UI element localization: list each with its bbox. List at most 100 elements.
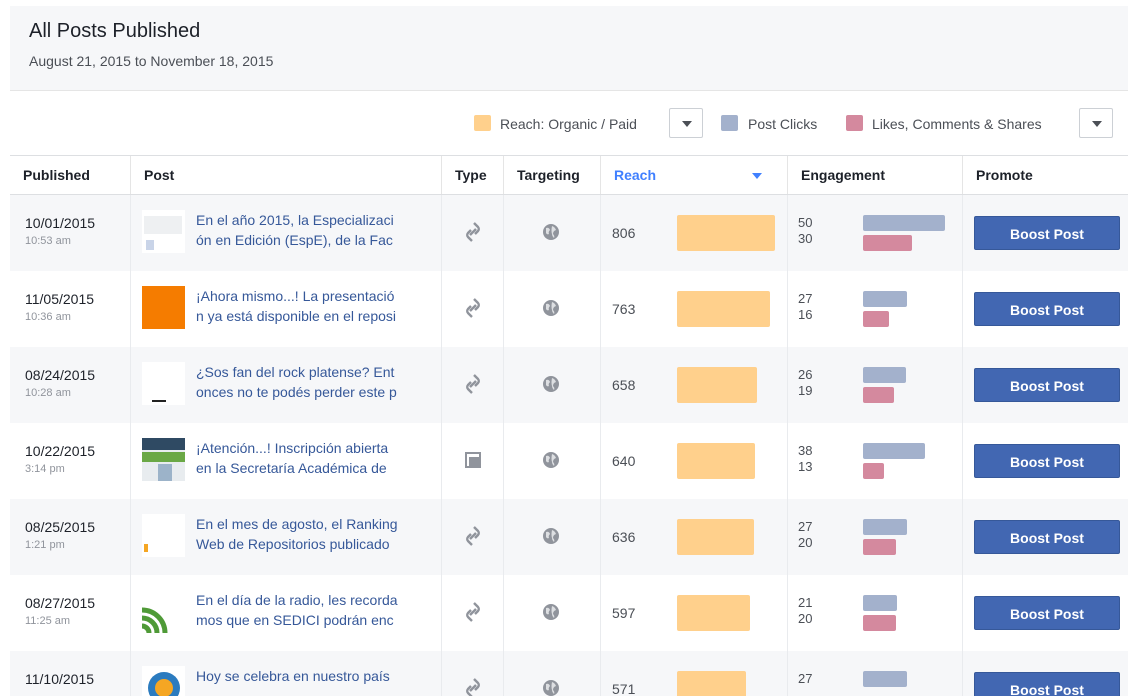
cell-divider — [787, 575, 788, 651]
post-clicks-value: 27 — [798, 519, 813, 534]
cell-divider — [600, 195, 601, 271]
col-reach-label: Reach — [614, 167, 657, 183]
post-clicks-value: 26 — [798, 367, 813, 382]
post-text-line: ón en Edición (EspE), de la Fac — [196, 232, 393, 248]
globe-icon — [542, 679, 560, 696]
album-icon — [458, 445, 488, 475]
cell-divider — [962, 423, 963, 499]
published-time: 3:14 pm — [25, 463, 65, 475]
post-text-link[interactable]: En el día de la radio, les recorda mos qu… — [196, 590, 436, 630]
post-clicks-bar — [863, 215, 945, 231]
post-thumbnail[interactable] — [142, 438, 185, 481]
reach-bar — [677, 595, 750, 631]
reach-bar — [677, 519, 754, 555]
engagement-metric-dropdown[interactable] — [1079, 108, 1113, 138]
col-published[interactable]: Published — [10, 156, 130, 194]
table-row[interactable]: 08/25/2015 1:21 pm En el mes de agosto, … — [10, 499, 1128, 575]
reach-metric-dropdown[interactable] — [669, 108, 703, 138]
post-text-link[interactable]: ¡Atención...! Inscripción abierta en la S… — [196, 438, 436, 478]
table-row[interactable]: 11/05/2015 10:36 am ¡Ahora mismo...! La … — [10, 271, 1128, 347]
table-row[interactable]: 08/24/2015 10:28 am ¿Sos fan del rock pl… — [10, 347, 1128, 423]
engagement-legend-swatch — [846, 115, 863, 131]
reach-value: 640 — [612, 453, 636, 469]
post-thumbnail[interactable] — [142, 286, 185, 329]
post-text-link[interactable]: En el año 2015, la Especializaci ón en Ed… — [196, 210, 436, 250]
all-posts-panel: All Posts Published August 21, 2015 to N… — [10, 6, 1128, 696]
globe-icon — [542, 527, 560, 545]
reach-legend-swatch — [474, 115, 491, 131]
published-time: 10:53 am — [25, 235, 71, 247]
col-targeting[interactable]: Targeting — [503, 156, 600, 194]
published-date: 11/10/2015 — [25, 671, 95, 687]
engagement-values: 27 16 — [798, 291, 812, 323]
post-text-line: En el año 2015, la Especializaci — [196, 212, 394, 228]
col-engagement[interactable]: Engagement — [787, 156, 962, 194]
post-text-line: Web de Repositorios publicado — [196, 536, 390, 552]
published-time: 11:25 am — [25, 615, 71, 627]
table-row[interactable]: 08/27/2015 11:25 am En el día de la radi… — [10, 575, 1128, 651]
cell-divider — [962, 575, 963, 651]
cell-divider — [441, 499, 442, 575]
cell-divider — [441, 347, 442, 423]
cell-divider — [503, 195, 504, 271]
post-text-line: n ya está disponible en el reposi — [196, 308, 397, 324]
post-thumbnail[interactable] — [142, 590, 185, 633]
post-clicks-value: 50 — [798, 215, 813, 230]
post-text-link[interactable]: En el mes de agosto, el Ranking Web de Re… — [196, 514, 436, 554]
post-thumbnail[interactable] — [142, 210, 185, 253]
post-clicks-legend-label: Post Clicks — [748, 116, 818, 132]
likes-comments-shares-value: 20 — [798, 535, 813, 550]
boost-post-button[interactable]: Boost Post — [974, 292, 1120, 326]
likes-comments-shares-value: 16 — [798, 307, 813, 322]
globe-icon — [542, 375, 560, 393]
reach-bar — [677, 367, 757, 403]
engagement-legend-label: Likes, Comments & Shares — [872, 116, 1042, 132]
boost-post-button[interactable]: Boost Post — [974, 596, 1120, 630]
table-row[interactable]: 10/01/2015 10:53 am En el año 2015, la E… — [10, 195, 1128, 271]
published-date: 10/01/2015 — [25, 215, 96, 231]
post-text-link[interactable]: ¡Ahora mismo...! La presentació n ya está… — [196, 286, 436, 326]
post-text-link[interactable]: Hoy se celebra en nuestro país — [196, 666, 436, 686]
globe-icon — [542, 299, 560, 317]
table-row[interactable]: 11/10/2015 Hoy se celebra en nuestro paí… — [10, 651, 1128, 696]
post-text-line: en la Secretaría Académica de — [196, 460, 387, 476]
col-post[interactable]: Post — [130, 156, 441, 194]
post-text-line: onces no te podés perder este p — [196, 384, 397, 400]
boost-post-button[interactable]: Boost Post — [974, 444, 1120, 478]
post-text-line: En el día de la radio, les recorda — [196, 592, 398, 608]
boost-post-button[interactable]: Boost Post — [974, 672, 1120, 696]
cell-divider — [787, 651, 788, 696]
reach-bar — [677, 215, 775, 251]
cell-divider — [130, 499, 131, 575]
reach-legend-label: Reach: Organic / Paid — [500, 116, 637, 132]
cell-divider — [600, 347, 601, 423]
boost-post-button[interactable]: Boost Post — [974, 216, 1120, 250]
cell-divider — [962, 499, 963, 575]
reach-bar — [677, 443, 755, 479]
engagement-values: 27 — [798, 671, 812, 687]
globe-icon — [542, 603, 560, 621]
table-row[interactable]: 10/22/2015 3:14 pm ¡Atención...! Inscrip… — [10, 423, 1128, 499]
cell-divider — [441, 575, 442, 651]
boost-post-button[interactable]: Boost Post — [974, 368, 1120, 402]
col-reach[interactable]: Reach — [600, 156, 787, 194]
cell-divider — [503, 271, 504, 347]
published-date: 10/22/2015 — [25, 443, 96, 459]
post-thumbnail[interactable] — [142, 666, 185, 696]
likes-comments-shares-value: 20 — [798, 611, 813, 626]
post-text-line: ¿Sos fan del rock platense? Ent — [196, 364, 395, 380]
post-text-link[interactable]: ¿Sos fan del rock platense? Ent onces no … — [196, 362, 436, 402]
post-thumbnail[interactable] — [142, 514, 185, 557]
post-clicks-legend-swatch — [721, 115, 738, 131]
published-date: 08/27/2015 — [25, 595, 96, 611]
post-thumbnail[interactable] — [142, 362, 185, 405]
reach-value: 658 — [612, 377, 636, 393]
link-icon — [458, 369, 488, 399]
cell-divider — [600, 499, 601, 575]
link-icon — [458, 217, 488, 247]
boost-post-button[interactable]: Boost Post — [974, 520, 1120, 554]
published-date: 08/24/2015 — [25, 367, 96, 383]
cell-divider — [503, 347, 504, 423]
col-type[interactable]: Type — [441, 156, 503, 194]
post-clicks-bar — [863, 443, 925, 459]
